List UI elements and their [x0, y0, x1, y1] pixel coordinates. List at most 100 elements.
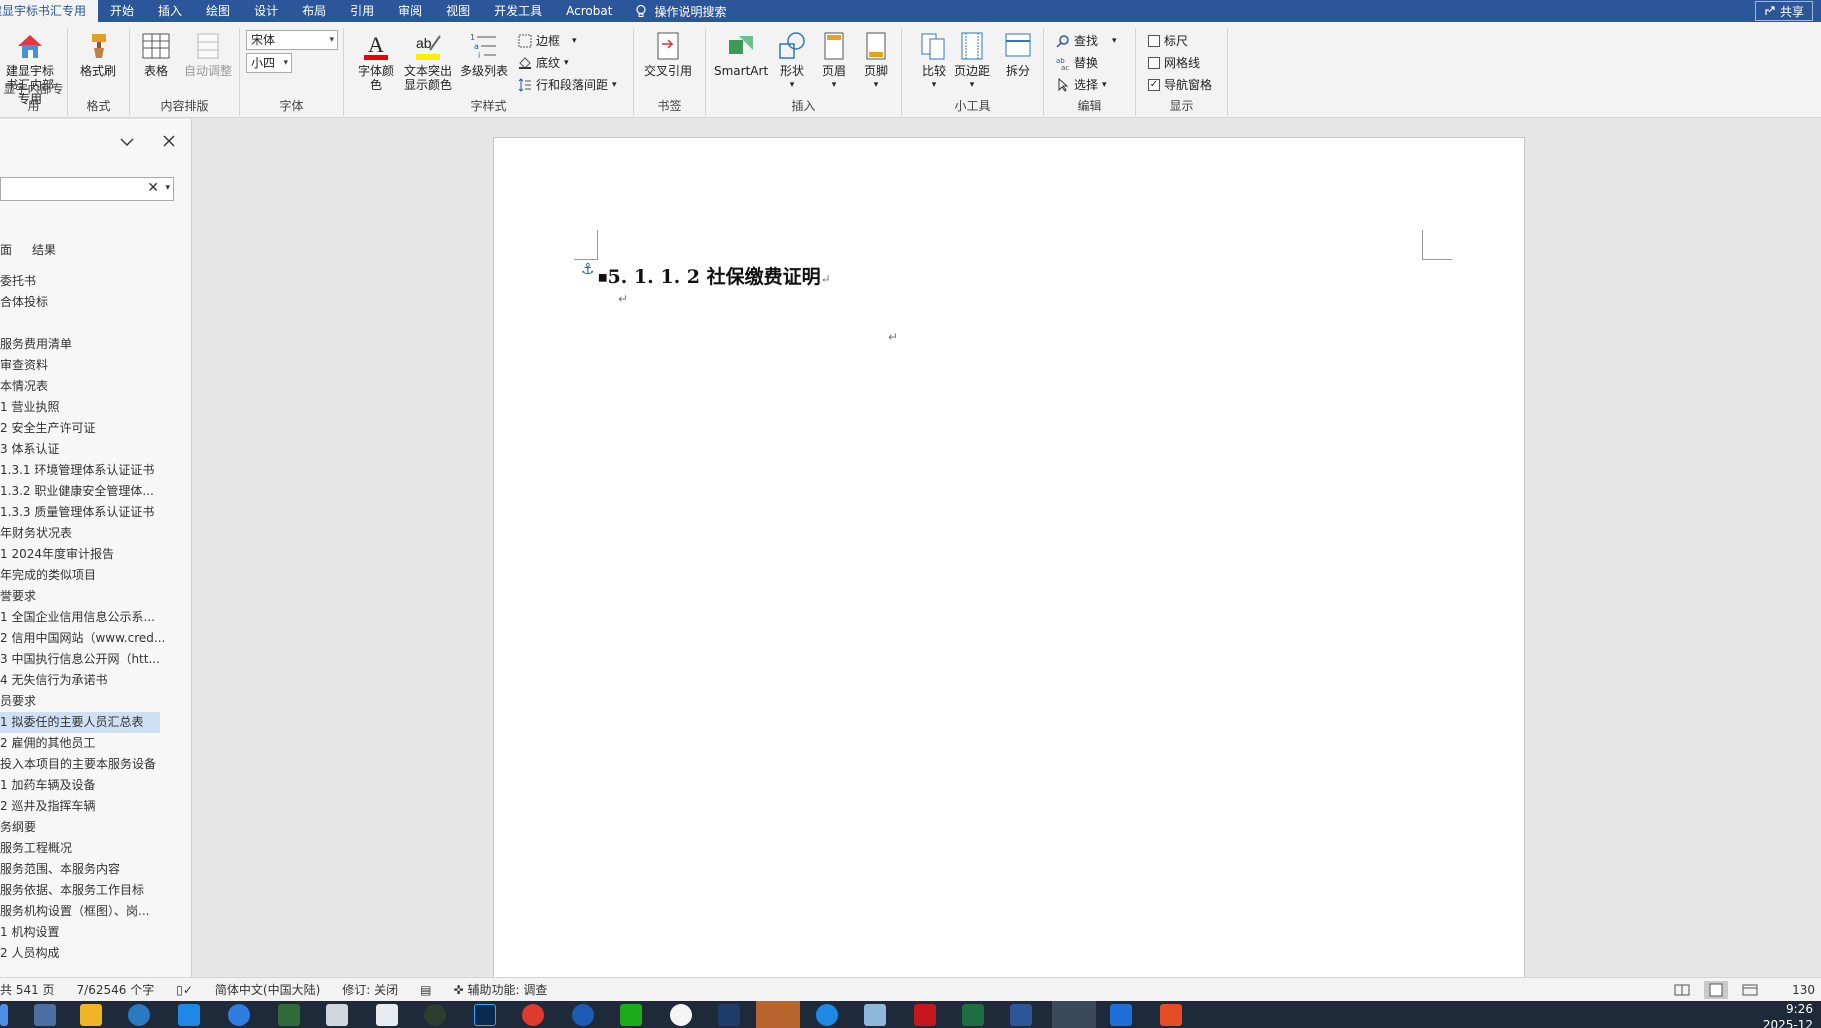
nav-heading-item[interactable]: 2 巡井及指挥车辆 [0, 796, 190, 817]
chevron-down-icon[interactable] [120, 137, 134, 147]
word-icon[interactable] [1010, 1004, 1032, 1026]
document-page[interactable]: ⚓ ■5. 1. 1. 2 社保缴费证明↵ ↵ ↵ [493, 137, 1525, 977]
nav-heading-item[interactable]: 服务机构设置（框图）、岗... [0, 901, 190, 922]
nav-heading-item[interactable] [0, 313, 190, 334]
cross-reference-button[interactable]: 交叉引用 [644, 30, 692, 78]
nav-heading-item[interactable]: 2 雇佣的其他员工 [0, 733, 190, 754]
app-icon[interactable] [718, 1004, 740, 1026]
footer-button[interactable]: 页脚 ▾ [860, 30, 892, 92]
track-changes-status[interactable]: 修订: 关闭 [342, 981, 398, 998]
tab-insert[interactable]: 插入 [146, 0, 194, 22]
qq-icon[interactable] [670, 1004, 692, 1026]
nav-heading-item[interactable]: 员要求 [0, 691, 190, 712]
close-icon[interactable] [163, 135, 175, 147]
acrobat-icon[interactable] [914, 1004, 936, 1026]
app-icon[interactable] [128, 1004, 150, 1026]
nav-heading-item[interactable]: 年完成的类似项目 [0, 565, 190, 586]
nav-heading-item[interactable]: 3 体系认证 [0, 439, 190, 460]
autofit-button[interactable]: 自动调整 [184, 30, 232, 78]
line-spacing-button[interactable]: 行和段落间距 ▾ [518, 76, 617, 93]
zoom-level[interactable]: 130 [1792, 983, 1815, 997]
macro-record-icon[interactable]: ▤ [420, 983, 431, 997]
nav-heading-item[interactable]: 投入本项目的主要本服务设备 [0, 754, 190, 775]
nav-pane-checkbox[interactable]: ✓ 导航窗格 [1148, 76, 1212, 93]
photoshop-icon[interactable] [474, 1004, 496, 1026]
tab-home[interactable]: 开始 [98, 0, 146, 22]
split-button[interactable]: 拆分 [1002, 30, 1034, 78]
file-icon[interactable] [376, 1004, 398, 1026]
nav-heading-item[interactable]: 1.3.1 环境管理体系认证证书 [0, 460, 190, 481]
tab-acrobat[interactable]: Acrobat [554, 0, 624, 22]
nav-heading-item[interactable]: 2 安全生产许可证 [0, 418, 190, 439]
chevron-down-icon[interactable]: ▾ [165, 183, 170, 193]
nav-heading-item[interactable]: 2 信用中国网站（www.cred... [0, 628, 190, 649]
nav-tab-pages[interactable]: 面 [0, 241, 12, 258]
nav-heading-item[interactable]: 本情况表 [0, 376, 190, 397]
tab-layout[interactable]: 布局 [290, 0, 338, 22]
nav-heading-item[interactable]: 1 营业执照 [0, 397, 190, 418]
nav-heading-item[interactable]: 服务范围、本服务内容 [0, 859, 190, 880]
tab-references[interactable]: 引用 [338, 0, 386, 22]
margins-button[interactable]: 页边距 ▾ [954, 30, 990, 92]
font-name-combo[interactable]: 宋体 ▾ [246, 30, 338, 50]
ruler-checkbox-box[interactable] [1148, 34, 1160, 47]
ruler-checkbox[interactable]: 标尺 [1148, 32, 1188, 49]
nav-heading-item[interactable]: 2 人员构成 [0, 943, 190, 964]
app-icon[interactable] [278, 1004, 300, 1026]
find-button[interactable]: 查找 ▾ [1056, 32, 1117, 49]
nav-tab-results[interactable]: 结果 [32, 241, 56, 258]
app-icon[interactable] [522, 1004, 544, 1026]
tab-custom[interactable]: 建显宇标书汇专用 [0, 0, 99, 22]
smartart-button[interactable]: SmartArt [714, 30, 768, 78]
document-area[interactable]: ⚓ ■5. 1. 1. 2 社保缴费证明↵ ↵ ↵ [193, 119, 1821, 977]
app-icon[interactable] [1052, 1001, 1096, 1028]
clear-search-icon[interactable]: ✕ [147, 180, 159, 196]
nav-pane-checkbox-box[interactable]: ✓ [1148, 78, 1160, 91]
border-button[interactable]: 边框 ▾ [518, 32, 577, 49]
start-icon[interactable] [0, 1004, 8, 1026]
web-layout-icon[interactable] [1742, 983, 1758, 997]
format-painter-button[interactable]: 格式刷 [80, 30, 116, 78]
app-icon[interactable] [178, 1004, 200, 1026]
nav-heading-item[interactable]: 1 拟委任的主要人员汇总表 [0, 712, 160, 733]
nav-heading-item[interactable]: 年财务状况表 [0, 523, 190, 544]
tab-design[interactable]: 设计 [242, 0, 290, 22]
nav-heading-item[interactable]: 委托书 [0, 271, 190, 292]
document-heading[interactable]: ■5. 1. 1. 2 社保缴费证明↵ [598, 262, 831, 289]
nav-heading-item[interactable]: 服务工程概况 [0, 838, 190, 859]
page-count[interactable]: 共 541 页 [0, 981, 55, 998]
tab-review[interactable]: 审阅 [386, 0, 434, 22]
nav-heading-item[interactable]: 1.3.3 质量管理体系认证证书 [0, 502, 190, 523]
share-button[interactable]: 共享 [1754, 1, 1813, 21]
read-mode-icon[interactable] [1674, 983, 1690, 997]
app-icon[interactable] [864, 1004, 886, 1026]
shading-button[interactable]: 底纹 ▾ [518, 54, 569, 71]
nav-heading-item[interactable]: 合体投标 [0, 292, 190, 313]
word-count[interactable]: 7/62546 个字 [77, 981, 155, 998]
replace-button[interactable]: ab ac 替换 [1056, 54, 1098, 71]
app-icon[interactable] [326, 1004, 348, 1026]
browser-icon[interactable] [816, 1004, 838, 1026]
table-button[interactable]: 表格 [140, 30, 172, 78]
nav-heading-item[interactable]: 4 无失信行为承诺书 [0, 670, 190, 691]
maps-icon[interactable] [228, 1004, 250, 1026]
taskbar-clock[interactable]: 9:26 2025-12 [1763, 1003, 1813, 1028]
header-button[interactable]: 页眉 ▾ [818, 30, 850, 92]
accessibility-status[interactable]: ✜ 辅助功能: 调查 [453, 981, 547, 998]
tell-me-search[interactable]: 操作说明搜索 [624, 3, 726, 20]
app-icon[interactable] [1110, 1004, 1132, 1026]
gridlines-checkbox-box[interactable] [1148, 56, 1160, 69]
select-button[interactable]: 选择 ▾ [1056, 76, 1107, 93]
calculator-icon[interactable] [34, 1004, 56, 1026]
nav-heading-item[interactable]: 务纲要 [0, 817, 190, 838]
nav-heading-item[interactable]: 服务依据、本服务工作目标 [0, 880, 190, 901]
language-status[interactable]: 简体中文(中国大陆) [215, 981, 320, 998]
app-icon[interactable] [1160, 1004, 1182, 1026]
app-icon[interactable] [572, 1004, 594, 1026]
wechat-icon[interactable] [620, 1004, 642, 1026]
nav-heading-item[interactable]: 1 全国企业信用信息公示系... [0, 607, 190, 628]
nav-heading-item[interactable]: 誉要求 [0, 586, 190, 607]
nav-heading-item[interactable]: 1 加药车辆及设备 [0, 775, 190, 796]
nav-heading-item[interactable]: 1 2024年度审计报告 [0, 544, 190, 565]
tab-view[interactable]: 视图 [434, 0, 482, 22]
